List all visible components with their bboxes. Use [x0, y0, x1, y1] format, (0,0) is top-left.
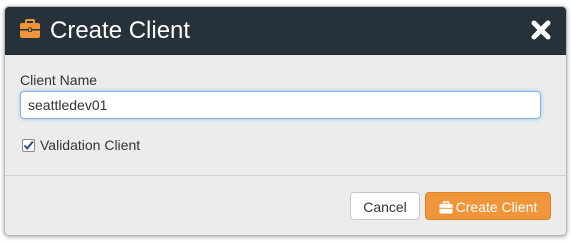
briefcase-icon — [439, 195, 453, 223]
dialog-footer: Cancel Create Client — [5, 175, 566, 235]
client-name-label: Client Name — [20, 72, 98, 88]
create-client-label: Create Client — [455, 199, 538, 215]
dialog-header: Create Client — [5, 7, 566, 55]
validation-client-label: Validation Client — [40, 137, 141, 153]
dialog-body: Client Name Validation Client — [5, 55, 566, 175]
cancel-button[interactable]: Cancel — [350, 192, 420, 220]
validation-client-checkbox[interactable] — [22, 139, 35, 152]
briefcase-icon — [19, 19, 41, 39]
create-client-button[interactable]: Create Client — [425, 192, 551, 220]
client-name-input[interactable] — [20, 91, 541, 119]
close-icon[interactable] — [529, 18, 553, 42]
create-client-dialog: Create Client Client Name Validation Cli… — [4, 6, 567, 236]
dialog-title: Create Client — [50, 17, 191, 44]
